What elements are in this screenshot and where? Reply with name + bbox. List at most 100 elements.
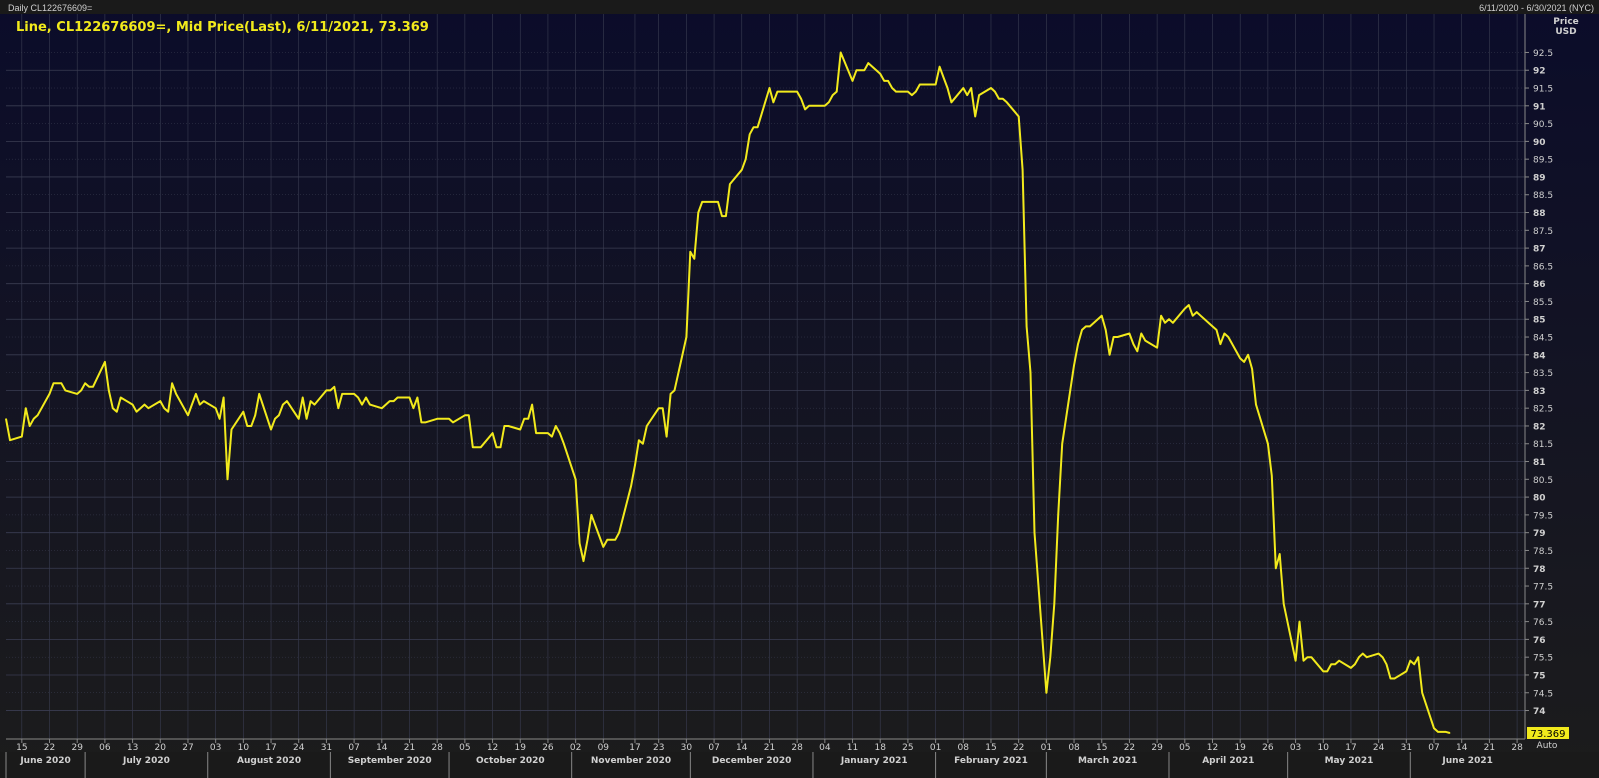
data-point — [306, 418, 308, 420]
y-tick-label: 89 — [1533, 173, 1546, 183]
data-point — [64, 389, 66, 391]
data-point — [223, 396, 225, 399]
data-point — [776, 91, 779, 93]
data-point — [1211, 325, 1214, 327]
data-point — [278, 414, 280, 416]
month-label: April 2021 — [1202, 756, 1254, 766]
data-point — [1409, 660, 1411, 662]
data-point — [1184, 308, 1186, 310]
data-point — [923, 83, 925, 86]
data-point — [274, 418, 276, 420]
data-point — [492, 432, 494, 434]
data-point — [120, 396, 122, 399]
data-point — [1354, 663, 1356, 665]
x-tick-label: 20 — [155, 743, 167, 753]
y-tick-label: 90.5 — [1533, 120, 1553, 130]
data-point — [452, 421, 454, 423]
data-point — [159, 400, 161, 402]
data-point — [464, 414, 466, 416]
data-point — [436, 418, 438, 420]
data-point — [242, 411, 244, 413]
data-point — [1350, 667, 1352, 669]
data-point — [638, 439, 640, 441]
data-point — [891, 87, 893, 89]
auto-scale-label: Auto — [1537, 741, 1558, 751]
y-tick-label: 79.5 — [1533, 511, 1553, 521]
y-tick-label: 84.5 — [1533, 334, 1553, 344]
data-point — [381, 407, 383, 409]
y-tick-label: 83 — [1533, 387, 1546, 397]
data-point — [171, 382, 173, 384]
data-point — [1445, 731, 1447, 733]
data-point — [942, 76, 945, 78]
data-point — [1449, 732, 1451, 734]
data-point — [697, 211, 699, 214]
data-point — [614, 539, 616, 541]
x-tick-label: 07 — [708, 743, 719, 753]
x-tick-label: 12 — [1207, 743, 1218, 753]
data-point — [203, 400, 205, 402]
data-point — [1310, 656, 1312, 658]
data-point — [215, 407, 217, 409]
data-point — [80, 389, 82, 391]
x-tick-label: 01 — [930, 743, 941, 753]
price-chart: Daily CL122676609= 6/11/2020 - 6/30/2021… — [0, 0, 1599, 778]
data-point — [662, 407, 664, 409]
data-point — [507, 425, 509, 427]
data-point — [1057, 514, 1059, 516]
x-tick-label: 29 — [71, 743, 83, 753]
data-point — [416, 396, 418, 399]
data-point — [911, 94, 913, 96]
y-axis-label-price: Price — [1553, 17, 1579, 27]
x-tick-label: 21 — [404, 743, 415, 753]
data-point — [5, 418, 7, 420]
y-tick-label: 86.5 — [1533, 262, 1553, 272]
data-point — [1196, 311, 1198, 313]
y-tick-label: 75 — [1533, 671, 1546, 681]
data-point — [1251, 368, 1253, 370]
data-point — [1156, 347, 1158, 349]
data-point — [602, 546, 604, 548]
y-tick-label: 85.5 — [1533, 298, 1553, 308]
data-point — [1101, 315, 1103, 317]
x-tick-label: 17 — [265, 743, 276, 753]
data-point — [1322, 670, 1324, 673]
y-axis-label-usd: USD — [1555, 27, 1576, 37]
data-point — [333, 386, 335, 388]
data-point — [353, 393, 355, 395]
data-point — [1219, 343, 1221, 345]
data-point — [1172, 322, 1174, 324]
month-label: January 2021 — [840, 756, 908, 766]
data-point — [1026, 325, 1028, 327]
data-point — [1441, 731, 1443, 733]
data-point — [1362, 653, 1364, 655]
x-tick-label: 03 — [1290, 743, 1301, 753]
month-label: November 2020 — [591, 756, 671, 766]
data-point — [919, 83, 921, 86]
data-point — [191, 404, 193, 406]
data-point — [757, 126, 759, 128]
data-point — [915, 91, 917, 93]
x-tick-label: 10 — [1318, 743, 1330, 753]
data-point — [108, 389, 110, 391]
data-point — [780, 91, 782, 93]
x-tick-label: 28 — [791, 743, 803, 753]
data-point — [1267, 443, 1269, 445]
data-point — [393, 400, 395, 402]
data-point — [1200, 315, 1202, 317]
data-point — [1279, 553, 1281, 555]
data-point — [1283, 603, 1285, 605]
month-label: September 2020 — [348, 756, 432, 766]
data-point — [998, 98, 1000, 100]
x-tick-label: 11 — [847, 743, 858, 753]
data-point — [282, 404, 284, 406]
data-point — [990, 87, 992, 89]
data-point — [385, 404, 387, 406]
data-point — [1385, 663, 1388, 665]
data-point — [519, 428, 521, 431]
data-point — [994, 91, 996, 93]
data-point — [1128, 332, 1130, 335]
data-point — [298, 418, 300, 420]
x-tick-label: 31 — [321, 743, 332, 753]
data-point — [175, 393, 177, 395]
